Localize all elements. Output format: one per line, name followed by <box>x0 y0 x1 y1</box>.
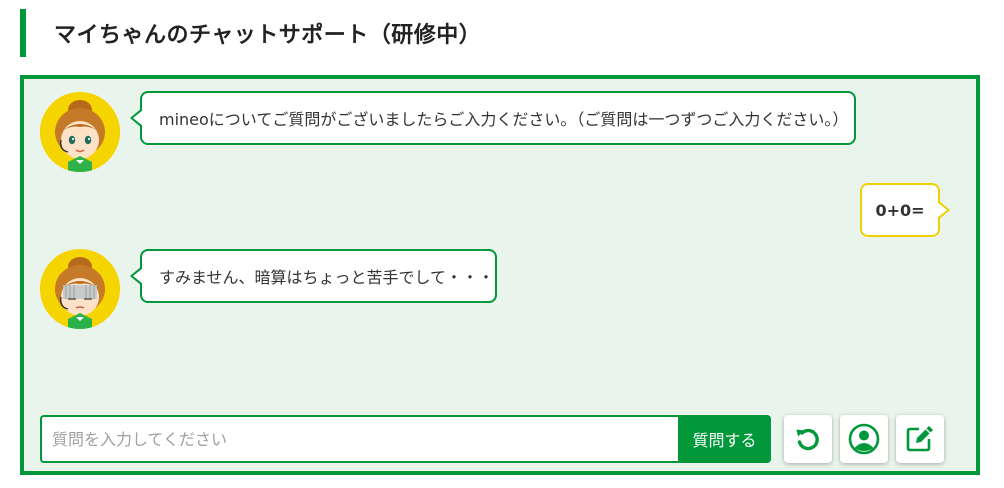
question-input[interactable] <box>40 415 680 463</box>
bot-message-text: mineoについてご質問がございましたらご入力ください。（ご質問は一つずつご入力… <box>159 110 849 129</box>
submit-question-button[interactable]: 質問する <box>678 415 771 463</box>
user-message-bubble: 0+0= <box>860 183 950 237</box>
mai-chan-avatar-troubled-icon <box>40 249 120 329</box>
chat-window: mineoについてご質問がございましたらご入力ください。（ご質問は一つずつご入力… <box>20 75 980 475</box>
profile-button[interactable] <box>840 415 888 463</box>
bot-message-bubble: すみません、暗算はちょっと苦手でして・・・ <box>130 249 497 303</box>
compose-button[interactable] <box>896 415 944 463</box>
refresh-icon <box>796 428 819 451</box>
reset-button[interactable] <box>784 415 832 463</box>
user-icon <box>848 423 880 455</box>
bot-message-bubble: mineoについてご質問がございましたらご入力ください。（ご質問は一つずつご入力… <box>130 91 856 145</box>
mai-chan-avatar-smiling-icon <box>40 92 120 172</box>
page-title: マイちゃんのチャットサポート（研修中） <box>54 23 482 48</box>
edit-icon <box>906 426 933 452</box>
user-message-text: 0+0= <box>875 200 925 220</box>
bot-message-text: すみません、暗算はちょっと苦手でして・・・ <box>159 268 495 287</box>
page-title-bar: マイちゃんのチャットサポート（研修中） <box>20 9 980 57</box>
